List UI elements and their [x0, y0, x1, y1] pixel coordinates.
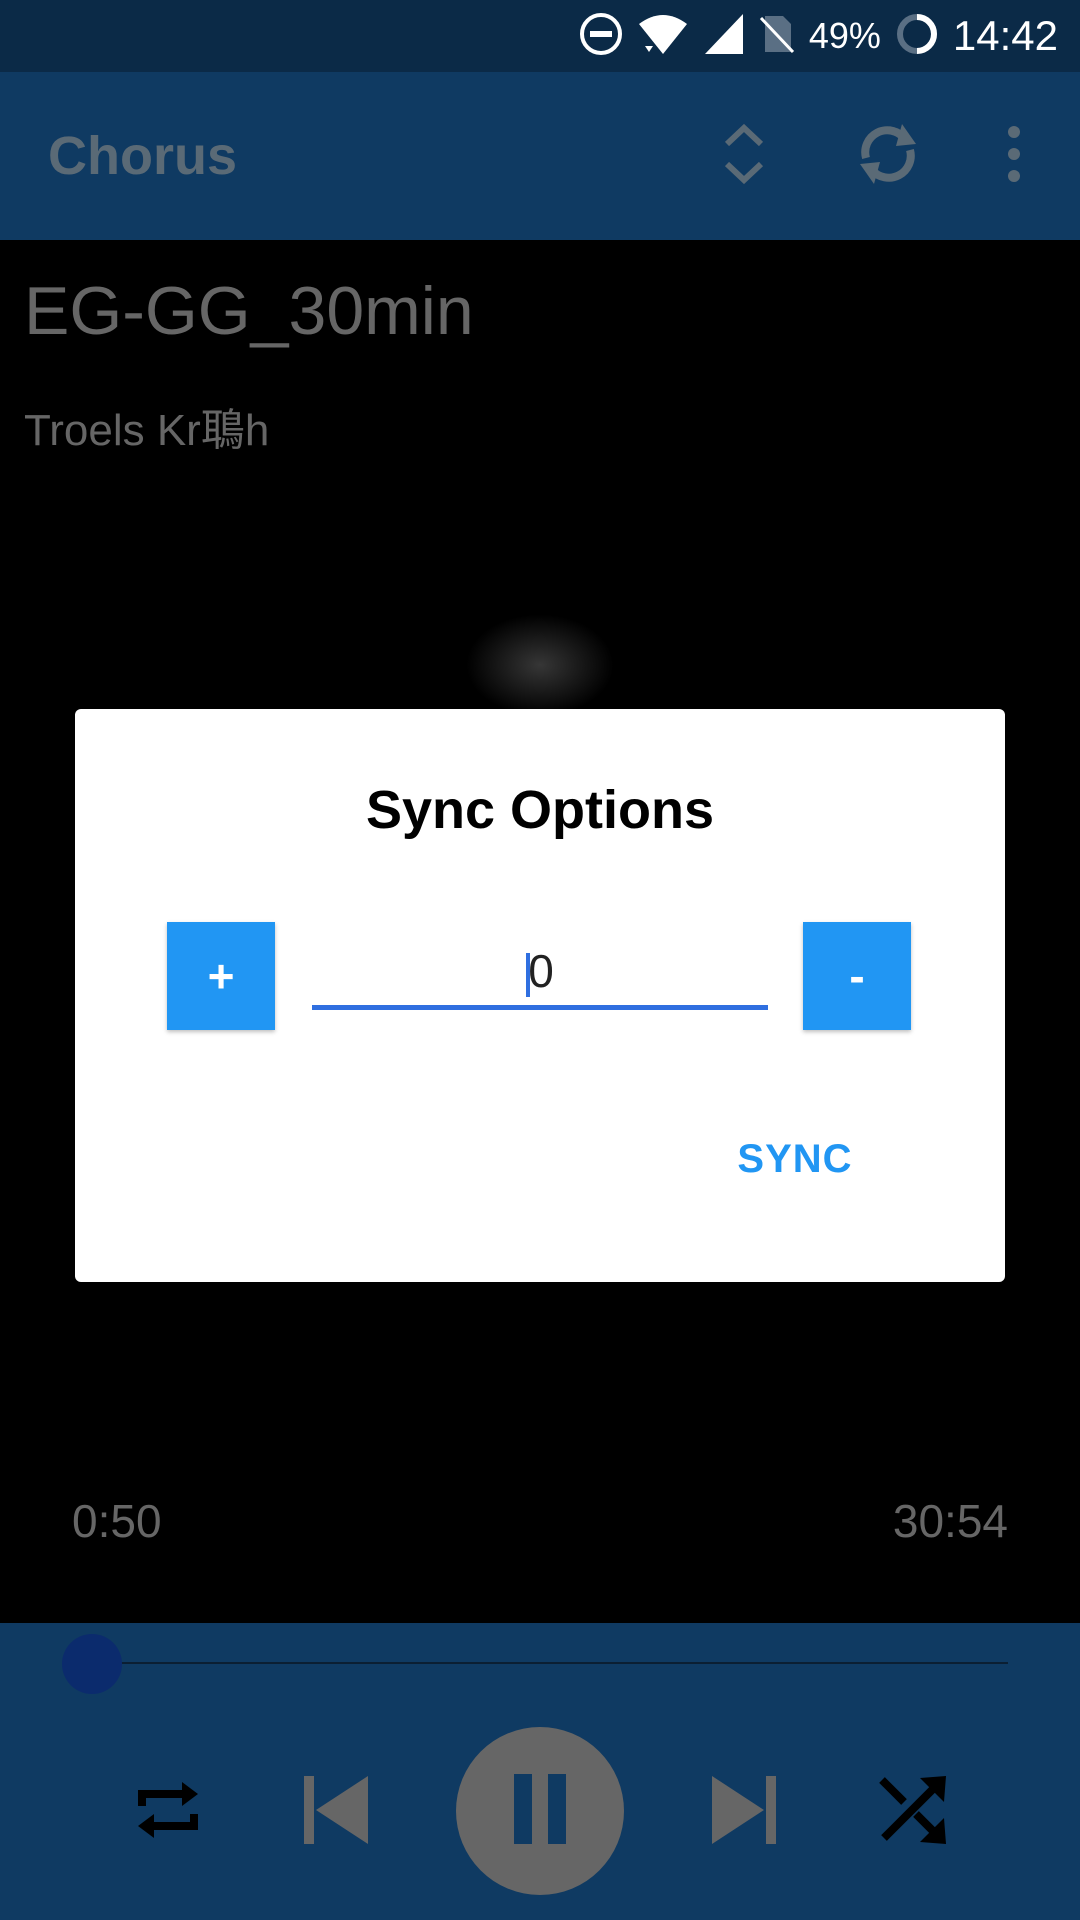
pause-icon — [512, 1773, 568, 1849]
previous-button[interactable] — [294, 1770, 378, 1854]
status-bar: 49% 14:42 — [0, 0, 1080, 72]
app-title: Chorus — [48, 126, 237, 186]
total-time: 30:54 — [892, 1495, 1008, 1547]
cell-signal-icon — [703, 12, 745, 61]
skip-previous-icon — [298, 1772, 374, 1853]
expand-collapse-icon — [719, 116, 769, 197]
next-button[interactable] — [702, 1770, 786, 1854]
more-vert-icon — [1004, 124, 1024, 189]
wifi-icon — [637, 12, 689, 61]
increment-button[interactable]: + — [167, 922, 275, 1030]
album-art-glow — [460, 610, 620, 720]
no-sim-icon — [759, 12, 795, 61]
more-options-button[interactable] — [976, 118, 1052, 194]
elapsed-time: 0:50 — [72, 1495, 162, 1547]
battery-percent: 49% — [808, 15, 881, 56]
track-title: EG-GG_30min — [24, 273, 474, 349]
track-artist: Troels Kr鵈h — [24, 406, 270, 455]
dialog-title: Sync Options — [365, 780, 715, 840]
status-time: 14:42 — [952, 12, 1058, 59]
shuffle-icon — [874, 1772, 950, 1853]
seek-bar[interactable] — [90, 1662, 1008, 1664]
skip-next-icon — [706, 1772, 782, 1853]
do-not-disturb-icon — [579, 12, 623, 61]
decrement-button[interactable]: - — [803, 922, 911, 1030]
sync-offset-input[interactable]: 0 — [312, 929, 768, 1013]
sync-icon — [852, 118, 924, 195]
repeat-button[interactable] — [126, 1770, 210, 1854]
sync-button[interactable] — [850, 118, 926, 194]
seek-thumb[interactable] — [62, 1634, 122, 1694]
app-bar: Chorus — [0, 72, 1080, 240]
battery-charging-icon — [895, 12, 939, 61]
pause-button[interactable] — [456, 1727, 624, 1895]
status-icons: 49% 14:42 — [565, 0, 1058, 72]
sync-options-dialog: Sync Options + 0 - SYNC — [75, 709, 1005, 1282]
shuffle-button[interactable] — [870, 1770, 954, 1854]
repeat-icon — [130, 1772, 206, 1853]
sync-offset-value: 0 — [528, 945, 554, 997]
sync-confirm-button[interactable]: SYNC — [715, 1121, 875, 1197]
expand-collapse-button[interactable] — [706, 118, 782, 194]
input-underline — [312, 1005, 768, 1010]
